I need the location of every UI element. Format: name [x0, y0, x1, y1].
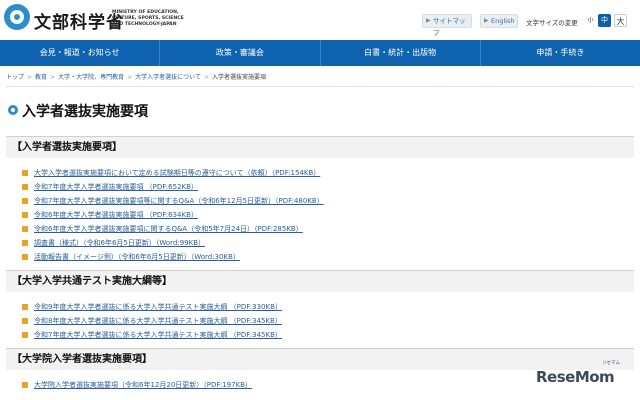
square-bullet-icon	[22, 240, 28, 246]
english-label: English	[491, 17, 515, 25]
section-heading-admissions-guidelines: 【入学者選抜実施要項】	[6, 136, 634, 158]
document-link[interactable]: 令和6年度大学入学者選抜実施要項に関するQ&A（令和5年7月24日）（PDF:2…	[34, 225, 303, 233]
document-link[interactable]: 令和7年度大学入学者選抜に係る大学入学共通テスト実施大綱 （PDF:345KB）	[34, 331, 282, 339]
font-size-label: 文字サイズの変更	[526, 19, 578, 27]
chevron-right-icon: >	[203, 74, 209, 81]
circle-bullet-icon	[8, 105, 18, 115]
document-link[interactable]: 大学院入学者選抜実施要項（令和6年12月20日更新）（PDF:197KB）	[34, 381, 252, 389]
english-button[interactable]: ▶ English	[480, 14, 518, 28]
list-item[interactable]: 調査書（様式）（令和6年6月5日更新）（Word:99KB）	[22, 236, 622, 250]
square-bullet-icon	[22, 226, 28, 232]
document-link[interactable]: 調査書（様式）（令和6年6月5日更新）（Word:99KB）	[34, 239, 205, 247]
admissions-guidelines-list: 大学入学者選抜実施要項において定める試験期日等の遵守について（依頼）（PDF:1…	[22, 166, 622, 264]
nav-item-publications[interactable]: 白書・統計・出版物	[321, 40, 481, 66]
nav-item-news[interactable]: 会見・報道・お知らせ	[0, 40, 161, 66]
sitemap-button[interactable]: ▶ サイトマップ	[422, 14, 472, 37]
breadcrumb-divider	[6, 86, 634, 87]
font-size-medium-button[interactable]: 中	[598, 14, 611, 27]
chevron-right-icon: >	[50, 74, 56, 81]
list-item[interactable]: 令和8年度大学入学者選抜に係る大学入学共通テスト実施大綱 （PDF:345KB）	[22, 314, 622, 328]
square-bullet-icon	[22, 212, 28, 218]
page-title: 入学者選抜実施要項	[22, 104, 148, 120]
list-item[interactable]: 令和6年度大学入学者選抜実施要項に関するQ&A（令和5年7月24日）（PDF:2…	[22, 222, 622, 236]
watermark-kana: リセマム	[602, 361, 620, 366]
list-item[interactable]: 大学入学者選抜実施要項において定める試験期日等の遵守について（依頼）（PDF:1…	[22, 166, 622, 180]
nav-item-policy[interactable]: 政策・審議会	[160, 40, 321, 66]
list-item[interactable]: 活動報告書（イメージ例）（令和6年6月5日更新）（Word:30KB）	[22, 250, 622, 264]
site-logo-text[interactable]: 文部科学省	[34, 8, 124, 33]
breadcrumb-link-university[interactable]: 大学・大学院、専門教育	[58, 74, 124, 81]
global-nav: 会見・報道・お知らせ 政策・審議会 白書・統計・出版物 申請・手続き	[0, 40, 640, 66]
list-item[interactable]: 令和7年度大学入学者選抜実施要項 （PDF:652KB）	[22, 180, 622, 194]
list-item[interactable]: 令和7年度大学入学者選抜に係る大学入学共通テスト実施大綱 （PDF:345KB）	[22, 328, 622, 342]
list-item[interactable]: 大学院入学者選抜実施要項（令和6年12月20日更新）（PDF:197KB）	[22, 378, 622, 392]
font-size-small-button[interactable]: 小	[584, 14, 597, 27]
arrow-right-icon: ▶	[484, 17, 489, 24]
chevron-right-icon: >	[127, 74, 133, 81]
document-link[interactable]: 活動報告書（イメージ例）（令和6年6月5日更新）（Word:30KB）	[34, 253, 240, 261]
chevron-right-icon: >	[27, 74, 33, 81]
list-item[interactable]: 令和6年度大学入学者選抜実施要項 （PDF:634KB）	[22, 208, 622, 222]
list-item[interactable]: 令和9年度大学入学者選抜に係る大学入学共通テスト実施大綱 （PDF:330KB）	[22, 300, 622, 314]
square-bullet-icon	[22, 332, 28, 338]
font-size-large-button[interactable]: 大	[614, 14, 627, 27]
breadcrumb: トップ > 教育 > 大学・大学院、専門教育 > 大学入学者選抜について > 入学者選抜実施要項	[6, 72, 266, 81]
arrow-right-icon: ▶	[426, 17, 431, 24]
breadcrumb-link-education[interactable]: 教育	[35, 74, 47, 81]
document-link[interactable]: 令和9年度大学入学者選抜に係る大学入学共通テスト実施大綱 （PDF:330KB）	[34, 303, 282, 311]
section-heading-common-test: 【大学入学共通テスト実施大綱等】	[6, 270, 634, 292]
site-logo-en: MINISTRY OF EDUCATION, CULTURE, SPORTS, …	[112, 10, 184, 27]
breadcrumb-current: 入学者選抜実施要項	[212, 74, 267, 81]
square-bullet-icon	[22, 318, 28, 324]
square-bullet-icon	[22, 382, 28, 388]
document-link[interactable]: 令和7年度大学入学者選抜実施要項 （PDF:652KB）	[34, 183, 198, 191]
square-bullet-icon	[22, 254, 28, 260]
square-bullet-icon	[22, 304, 28, 310]
common-test-list: 令和9年度大学入学者選抜に係る大学入学共通テスト実施大綱 （PDF:330KB）…	[22, 300, 622, 342]
list-item[interactable]: 令和7年度大学入学者選抜実施要項等に関するQ&A（令和6年12月5日更新）（PD…	[22, 194, 622, 208]
document-link[interactable]: 大学入学者選抜実施要項において定める試験期日等の遵守について（依頼）（PDF:1…	[34, 169, 320, 177]
document-link[interactable]: 令和8年度大学入学者選抜に係る大学入学共通テスト実施大綱 （PDF:345KB）	[34, 317, 282, 325]
square-bullet-icon	[22, 184, 28, 190]
site-header: 文部科学省 MINISTRY OF EDUCATION, CULTURE, SP…	[0, 0, 640, 40]
square-bullet-icon	[22, 170, 28, 176]
nav-item-applications[interactable]: 申請・手続き	[481, 40, 640, 66]
graduate-admissions-list: 大学院入学者選抜実施要項（令和6年12月20日更新）（PDF:197KB）	[22, 378, 622, 392]
square-bullet-icon	[22, 198, 28, 204]
section-heading-graduate-admissions: 【大学院入学者選抜実施要項】	[6, 348, 634, 370]
breadcrumb-link-top[interactable]: トップ	[6, 74, 24, 81]
sitemap-label: サイトマップ	[433, 17, 466, 37]
watermark-logo: ReseMom	[536, 368, 615, 386]
document-link[interactable]: 令和6年度大学入学者選抜実施要項 （PDF:634KB）	[34, 211, 198, 219]
breadcrumb-link-admissions[interactable]: 大学入学者選抜について	[135, 74, 201, 81]
mext-logo-icon[interactable]	[4, 4, 30, 30]
document-link[interactable]: 令和7年度大学入学者選抜実施要項等に関するQ&A（令和6年12月5日更新）（PD…	[34, 197, 324, 205]
